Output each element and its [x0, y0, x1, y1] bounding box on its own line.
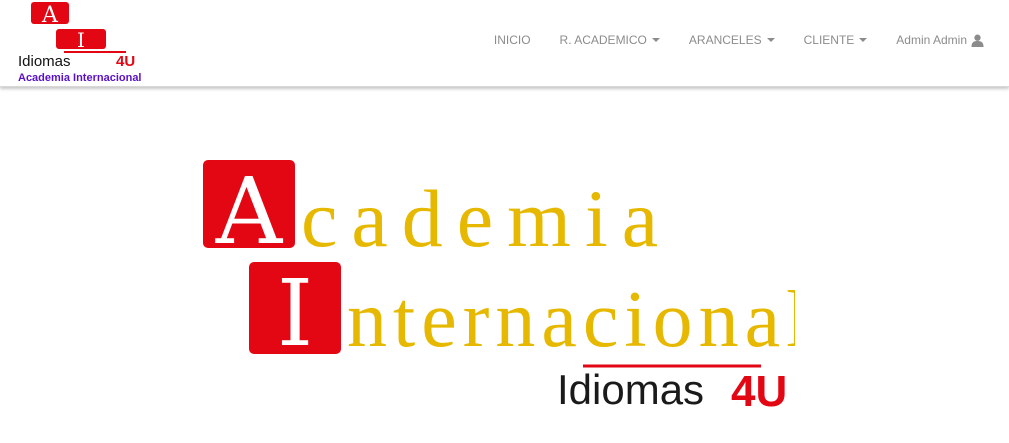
nav-item-label: ARANCELES: [688, 33, 762, 47]
nav-item-user[interactable]: Admin Admin: [896, 33, 984, 47]
nav-item-aranceles[interactable]: ARANCELES: [689, 33, 775, 47]
nav-item-label: R. ACADEMICO: [559, 33, 647, 47]
brand-logo-word: Idiomas: [18, 53, 71, 70]
brand-logo-letter-i: I: [77, 28, 85, 52]
hero-word-academia: cademia: [301, 173, 672, 264]
caret-down-icon: [766, 38, 775, 42]
brand-logo: A I Idiomas 4U: [18, 2, 135, 70]
hero-tagline-suffix: 4U: [731, 367, 787, 416]
hero-logo: A cademia I nternacional Idiomas 4U: [203, 158, 795, 416]
hero-word-internacional: nternacional: [347, 276, 795, 364]
brand-link[interactable]: A I Idiomas 4U Academia Internacional: [18, 2, 143, 86]
nav-item-r-academico[interactable]: R. ACADEMICO: [560, 33, 660, 47]
brand-caption: Academia Internacional: [18, 72, 142, 84]
nav-item-label: INICIO: [493, 33, 531, 47]
main-nav: INICIO R. ACADEMICO ARANCELES CLIENTE Ad…: [465, 33, 984, 47]
brand-logo-letter-a: A: [41, 3, 59, 28]
caret-down-icon: [651, 38, 660, 42]
hero-tagline: Idiomas: [557, 366, 704, 413]
caret-down-icon: [859, 38, 868, 42]
nav-item-cliente[interactable]: CLIENTE: [804, 33, 868, 47]
hero-initial-a: A: [215, 158, 284, 265]
user-icon: [971, 34, 984, 47]
nav-item-label: CLIENTE: [803, 33, 855, 47]
navbar: A I Idiomas 4U Academia Internacional IN…: [0, 0, 1009, 87]
brand-logo-suffix: 4U: [116, 53, 135, 70]
nav-item-inicio[interactable]: INICIO: [494, 33, 531, 47]
hero-initial-i: I: [277, 260, 313, 367]
user-name: Admin Admin: [896, 33, 967, 47]
